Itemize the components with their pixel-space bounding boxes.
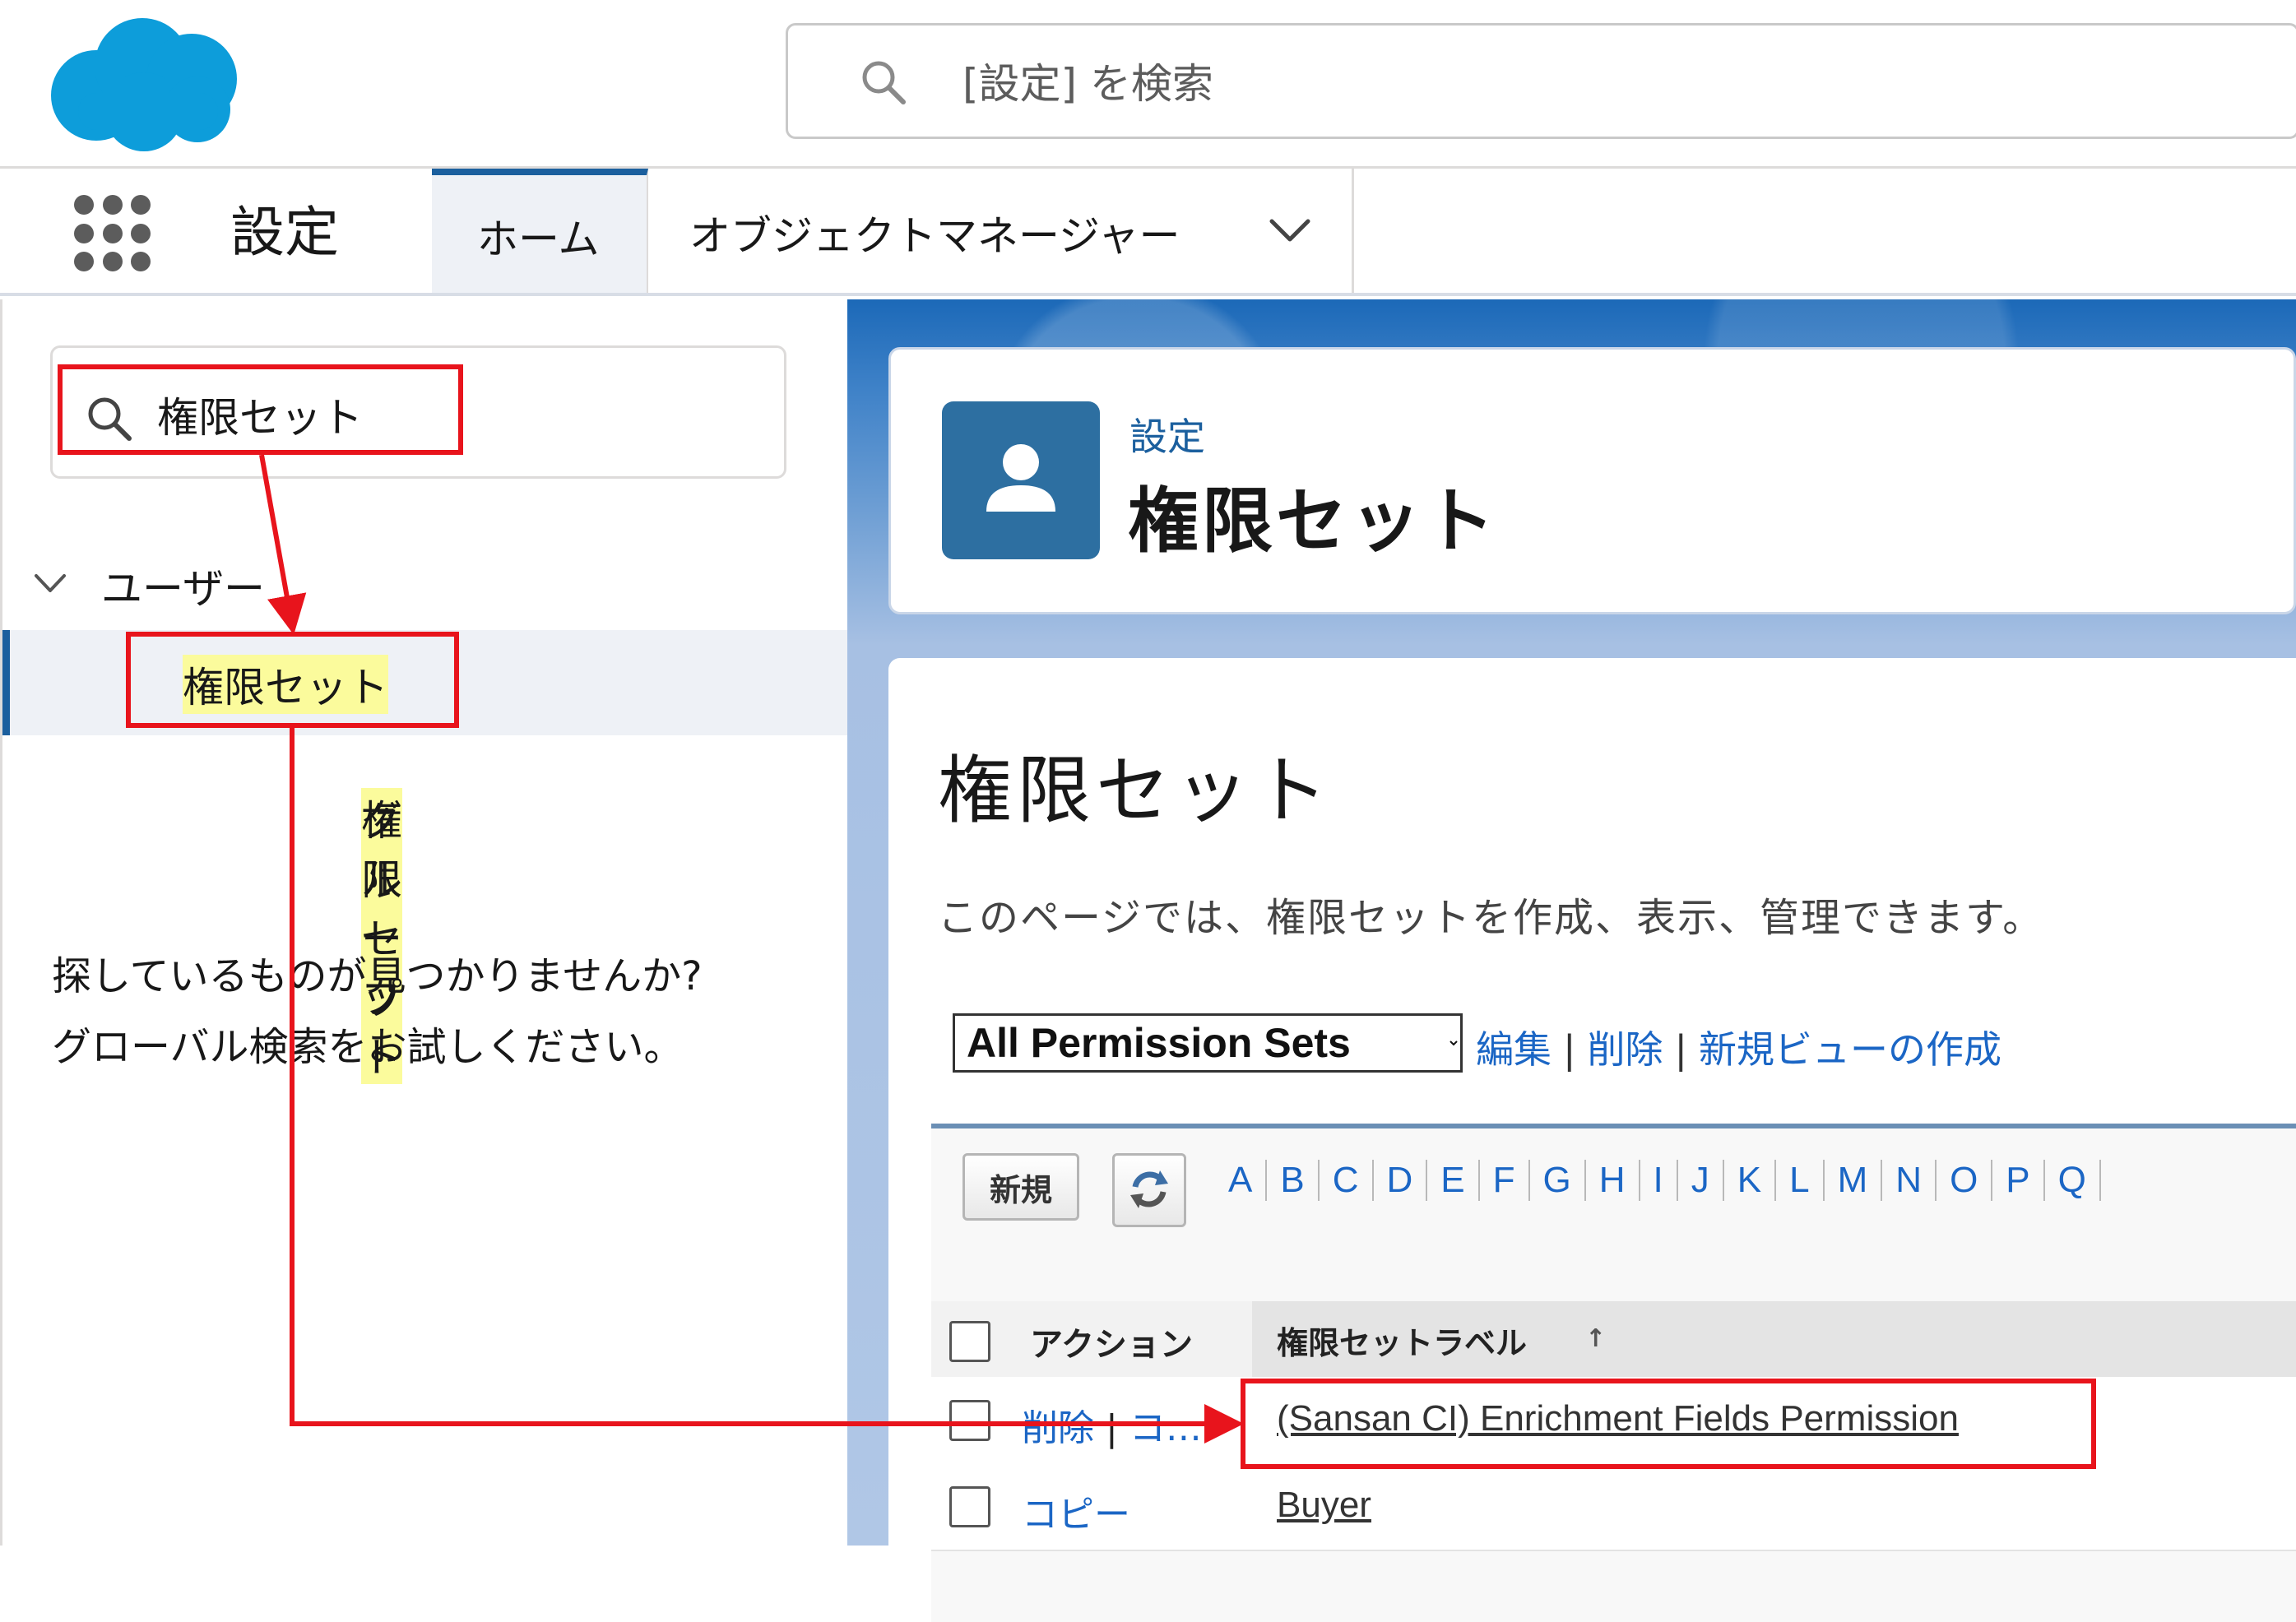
row-checkbox[interactable] (949, 1400, 990, 1441)
list-panel: 新規 ABCDEFGHIJKLMNOPQ アクション 権限セットラベル ↑ 削除… (931, 1124, 2296, 1622)
alphabet-filter-letter[interactable]: Q (2045, 1160, 2101, 1201)
copy-link[interactable]: コピー (1022, 1494, 1130, 1536)
page-header-title: 権限セット (1128, 480, 1498, 563)
permission-set-link[interactable]: (Sansan CI) Enrichment Fields Permission (1277, 1398, 1959, 1439)
new-button[interactable]: 新規 (962, 1153, 1079, 1221)
row-actions: 削除 | コ… (1022, 1398, 1202, 1451)
edit-view-link[interactable]: 編集 (1476, 1027, 1552, 1072)
search-icon (862, 61, 906, 104)
alphabet-filter-letter[interactable]: M (1825, 1160, 1883, 1201)
page-title: 権限セット (938, 748, 1333, 834)
column-header-action: アクション (1030, 1326, 1193, 1364)
help-text-line: グローバル検索をお試しください。 (52, 1024, 684, 1070)
refresh-button[interactable] (1112, 1153, 1186, 1227)
row-checkbox[interactable] (949, 1486, 990, 1527)
sidebar-help-text: 探しているものが見つかりませんか? グローバル検索をお試しください。 (52, 941, 842, 1082)
breadcrumb-setup-link[interactable]: 設定 (1129, 407, 1205, 461)
chevron-down-icon[interactable] (1265, 210, 1315, 251)
sidebar-group-label: ユーザー (101, 565, 265, 613)
alphabet-filter-letter[interactable]: H (1586, 1160, 1640, 1201)
create-new-view-link[interactable]: 新規ビューの作成 (1699, 1027, 2001, 1072)
view-links: 編集 | 削除 | 新規ビューの作成 (1476, 1020, 2001, 1074)
separator: | (1106, 1407, 1118, 1449)
page-header: 設定 権限セット (888, 347, 2296, 614)
alphabet-filter-letter[interactable]: K (1724, 1160, 1777, 1201)
table-row: 削除 | コ… (Sansan CI) Enrichment Fields Perm… (931, 1377, 2296, 1465)
quick-find-input[interactable] (155, 381, 652, 448)
permission-set-link[interactable]: Buyer (1277, 1485, 1371, 1526)
user-icon (986, 444, 1055, 512)
delete-link[interactable]: 削除 (1022, 1407, 1094, 1449)
help-text-line: 探しているものが見つかりませんか? (52, 953, 703, 999)
alphabet-filter-letter[interactable]: P (1992, 1160, 2045, 1201)
alphabet-filter-letter[interactable]: L (1776, 1160, 1825, 1201)
alphabet-filter-letter[interactable]: C (1320, 1160, 1374, 1201)
list-view-select[interactable]: All Permission Sets (953, 1013, 1463, 1073)
sidebar-item-permission-sets[interactable]: 権限セット (2, 630, 850, 735)
setup-sidebar: ユーザー 権限セット 権限セットグループ 探しているものが見つかりませんか? グ… (0, 299, 850, 1546)
search-icon (88, 397, 132, 441)
copy-link[interactable]: コ… (1129, 1407, 1202, 1449)
alphabet-filter-letter[interactable]: N (1882, 1160, 1937, 1201)
sort-ascending-icon: ↑ (1585, 1324, 1607, 1353)
app-launcher-grid-icon[interactable] (74, 195, 152, 273)
sidebar-item-label: 権限セット (183, 655, 388, 714)
tab-object-manager[interactable]: オブジェクトマネージャー (648, 169, 1354, 293)
app-name: 設定 (230, 201, 339, 264)
global-search-box[interactable] (786, 23, 2296, 139)
chevron-down-icon (35, 574, 66, 592)
column-header-label-text: 権限セットラベル (1277, 1325, 1528, 1361)
tab-home-label: ホーム (477, 215, 600, 263)
alphabet-filter: ABCDEFGHIJKLMNOPQ (1215, 1160, 2101, 1201)
alphabet-filter-letter[interactable]: D (1374, 1160, 1428, 1201)
tab-object-manager-label: オブジェクトマネージャー (689, 212, 1180, 260)
refresh-icon (1130, 1170, 1168, 1208)
global-search-input[interactable] (961, 46, 2198, 122)
sidebar-item-permission-set-groups[interactable]: 権限セット グループ (2, 735, 850, 1084)
page-header-icon (942, 401, 1100, 559)
delete-view-link[interactable]: 削除 (1588, 1027, 1663, 1072)
main-panel: 権限セット このページでは、権限セットを作成、表示、管理できます。 All Pe… (888, 658, 2296, 1622)
alphabet-filter-letter[interactable]: A (1215, 1160, 1268, 1201)
tab-home[interactable]: ホーム (432, 169, 648, 293)
salesforce-cloud-logo[interactable] (45, 15, 247, 155)
alphabet-filter-letter[interactable]: G (1530, 1160, 1586, 1201)
alphabet-filter-letter[interactable]: B (1267, 1160, 1320, 1201)
alphabet-filter-letter[interactable]: E (1427, 1160, 1480, 1201)
alphabet-filter-letter[interactable]: I (1640, 1160, 1678, 1201)
sidebar-group-users[interactable]: ユーザー (26, 546, 601, 620)
table-row: コピー Buyer (931, 1463, 2296, 1551)
column-header-label[interactable]: 権限セットラベル ↑ (1252, 1301, 2296, 1377)
select-all-checkbox[interactable] (949, 1321, 990, 1362)
alphabet-filter-letter[interactable]: J (1678, 1160, 1724, 1201)
separator: | (1563, 1027, 1576, 1072)
alphabet-filter-letter[interactable]: O (1937, 1160, 1993, 1201)
row-actions: コピー (1022, 1485, 1130, 1537)
global-header (0, 0, 2296, 169)
page-description: このページでは、権限セットを作成、表示、管理できます。 (938, 895, 2044, 941)
separator: | (1674, 1027, 1688, 1072)
table-header: アクション 権限セットラベル ↑ (931, 1301, 2296, 1379)
app-navigation-bar: 設定 ホーム オブジェクトマネージャー (0, 169, 2296, 296)
quick-find-box[interactable] (50, 345, 786, 479)
alphabet-filter-letter[interactable]: F (1480, 1160, 1530, 1201)
